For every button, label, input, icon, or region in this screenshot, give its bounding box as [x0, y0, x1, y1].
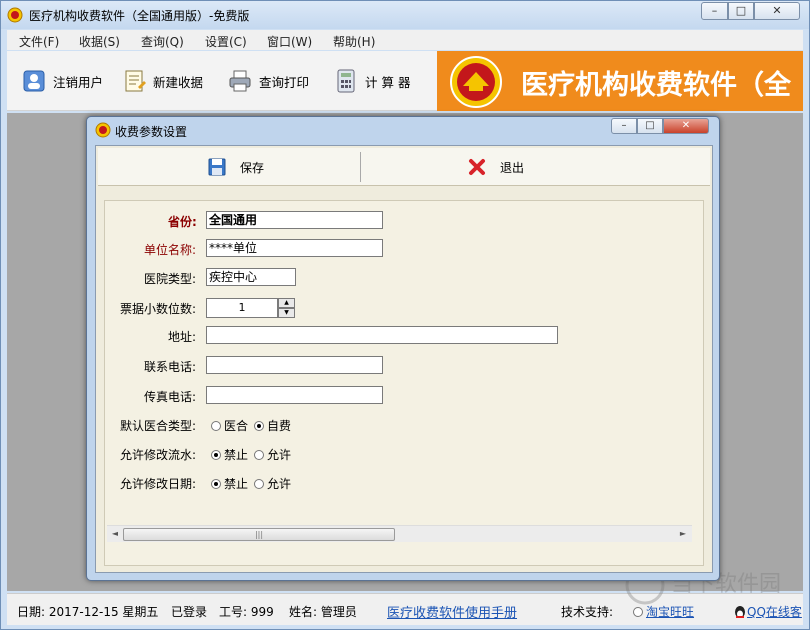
radio-serial-allow[interactable]: 允许: [254, 446, 291, 463]
radio-self-pay[interactable]: 自费: [254, 417, 291, 434]
radio-label: 自费: [267, 419, 292, 433]
main-toolbar: 注销用户 新建收据 查询打印 计 算 器: [7, 51, 437, 111]
settings-form: 省份: 全国通用 单位名称: ****单位 医院类型: 疾控中心 票据小数位数:…: [104, 200, 704, 566]
manual-link[interactable]: 医疗收费软件使用手册: [387, 602, 517, 621]
exit-label: 退出: [500, 160, 525, 175]
decimal-places-field[interactable]: 1: [206, 298, 278, 318]
exit-button[interactable]: 退出: [468, 152, 524, 182]
allow-edit-serial-group: 禁止 允许: [211, 446, 297, 463]
minimize-button[interactable]: –: [701, 2, 728, 20]
address-label: 地址:: [168, 330, 197, 344]
toolbar-separator: [360, 152, 361, 182]
scroll-right-icon[interactable]: ►: [677, 528, 689, 540]
query-print-button[interactable]: 查询打印: [227, 65, 309, 97]
close-button[interactable]: ✕: [754, 2, 800, 20]
menu-settings[interactable]: 设置(C): [205, 33, 247, 50]
address-field[interactable]: [206, 326, 558, 344]
banner-title: 医疗机构收费软件（全: [521, 70, 791, 101]
brand-banner: 医疗机构收费软件（全: [437, 51, 803, 111]
dialog-maximize-button[interactable]: □: [637, 118, 663, 134]
radio-circle: [211, 420, 221, 431]
province-label: 省份:: [168, 215, 197, 229]
dialog-close-button[interactable]: ✕: [663, 118, 709, 134]
status-name: 姓名: 管理员: [289, 605, 357, 619]
radio-label: 禁止: [224, 477, 249, 491]
radio-label: 医合: [224, 419, 249, 433]
floppy-save-icon: [208, 158, 226, 176]
calculator-label: 计 算 器: [365, 74, 411, 90]
settings-dialog: 收费参数设置 – □ ✕ 保存 退出 省份: 全国通用 单位名称: ****单位…: [86, 116, 720, 581]
decimal-places-stepper[interactable]: 1 ▲ ▼: [206, 298, 296, 318]
new-receipt-button[interactable]: 新建收据: [121, 65, 203, 97]
dialog-title-bar[interactable]: 收费参数设置 – □ ✕: [87, 117, 719, 143]
dialog-logo-icon: [95, 122, 111, 138]
dialog-toolbar: 保存 退出: [98, 148, 710, 186]
menu-receipt[interactable]: 收据(S): [79, 33, 120, 50]
spin-up-icon[interactable]: ▲: [278, 298, 295, 308]
brand-logo-icon: [450, 56, 502, 108]
status-login: 已登录: [171, 605, 208, 619]
status-job-no: 工号: 999: [219, 605, 274, 619]
app-logo-icon: [7, 7, 23, 23]
hospital-type-field[interactable]: 疾控中心: [206, 268, 296, 286]
new-receipt-icon: [125, 70, 146, 92]
dialog-body: 保存 退出 省份: 全国通用 单位名称: ****单位 医院类型: 疾控中心 票…: [95, 145, 713, 573]
menu-window[interactable]: 窗口(W): [267, 33, 312, 50]
menu-query[interactable]: 查询(Q): [141, 33, 184, 50]
unit-name-field[interactable]: ****单位: [206, 239, 383, 257]
allow-edit-serial-label: 允许修改流水:: [120, 448, 197, 462]
title-bar[interactable]: 医疗机构收费软件（全国通用版）-免费版 – □ ✕: [1, 1, 809, 29]
window-title: 医疗机构收费软件（全国通用版）-免费版: [29, 9, 250, 23]
province-field[interactable]: 全国通用: [206, 211, 383, 229]
radio-circle: [254, 478, 265, 489]
default-type-group: 医合 自费: [211, 417, 297, 434]
radio-medical-coop[interactable]: 医合: [211, 417, 248, 434]
radio-circle-selected: [254, 420, 265, 431]
printer-icon: [229, 70, 251, 92]
hospital-type-label: 医院类型:: [144, 272, 197, 286]
save-label: 保存: [240, 160, 265, 175]
radio-circle-selected: [211, 449, 221, 460]
new-receipt-label: 新建收据: [153, 74, 204, 90]
radio-label: 禁止: [224, 448, 249, 462]
phone-field[interactable]: [206, 356, 383, 374]
dialog-title: 收费参数设置: [115, 125, 188, 139]
radio-circle: [254, 449, 265, 460]
red-x-exit-icon: [469, 159, 485, 175]
menu-help[interactable]: 帮助(H): [333, 33, 375, 50]
save-button[interactable]: 保存: [208, 152, 264, 182]
menu-file[interactable]: 文件(F): [19, 33, 59, 50]
decimal-places-label: 票据小数位数:: [120, 302, 197, 316]
status-date: 日期: 2017-12-15 星期五: [17, 605, 159, 619]
fax-label: 传真电话:: [144, 390, 197, 404]
user-logout-icon: [23, 70, 45, 92]
fax-field[interactable]: [206, 386, 383, 404]
calculator-icon: [337, 69, 355, 93]
radio-label: 允许: [267, 477, 292, 491]
scroll-left-icon[interactable]: ◄: [109, 528, 121, 540]
allow-edit-date-label: 允许修改日期:: [120, 477, 197, 491]
logout-label: 注销用户: [53, 74, 104, 90]
radio-date-allow[interactable]: 允许: [254, 475, 291, 492]
support-label: 技术支持:: [561, 605, 614, 619]
query-print-label: 查询打印: [259, 74, 310, 90]
phone-label: 联系电话:: [144, 360, 197, 374]
default-type-label: 默认医合类型:: [120, 419, 197, 433]
radio-serial-forbid[interactable]: 禁止: [211, 446, 248, 463]
horizontal-scrollbar[interactable]: ◄ ||| ►: [107, 525, 692, 542]
dialog-minimize-button[interactable]: –: [611, 118, 637, 134]
scroll-thumb[interactable]: |||: [123, 528, 395, 541]
radio-date-forbid[interactable]: 禁止: [211, 475, 248, 492]
calculator-button[interactable]: 计 算 器: [333, 65, 410, 97]
allow-edit-date-group: 禁止 允许: [211, 475, 297, 492]
radio-circle-selected: [211, 478, 221, 489]
unit-name-label: 单位名称:: [144, 243, 197, 257]
maximize-button[interactable]: □: [728, 2, 754, 20]
menu-bar: 文件(F) 收据(S) 查询(Q) 设置(C) 窗口(W) 帮助(H): [7, 30, 803, 50]
logout-button[interactable]: 注销用户: [21, 65, 103, 97]
radio-label: 允许: [267, 448, 292, 462]
spin-down-icon[interactable]: ▼: [278, 308, 295, 318]
